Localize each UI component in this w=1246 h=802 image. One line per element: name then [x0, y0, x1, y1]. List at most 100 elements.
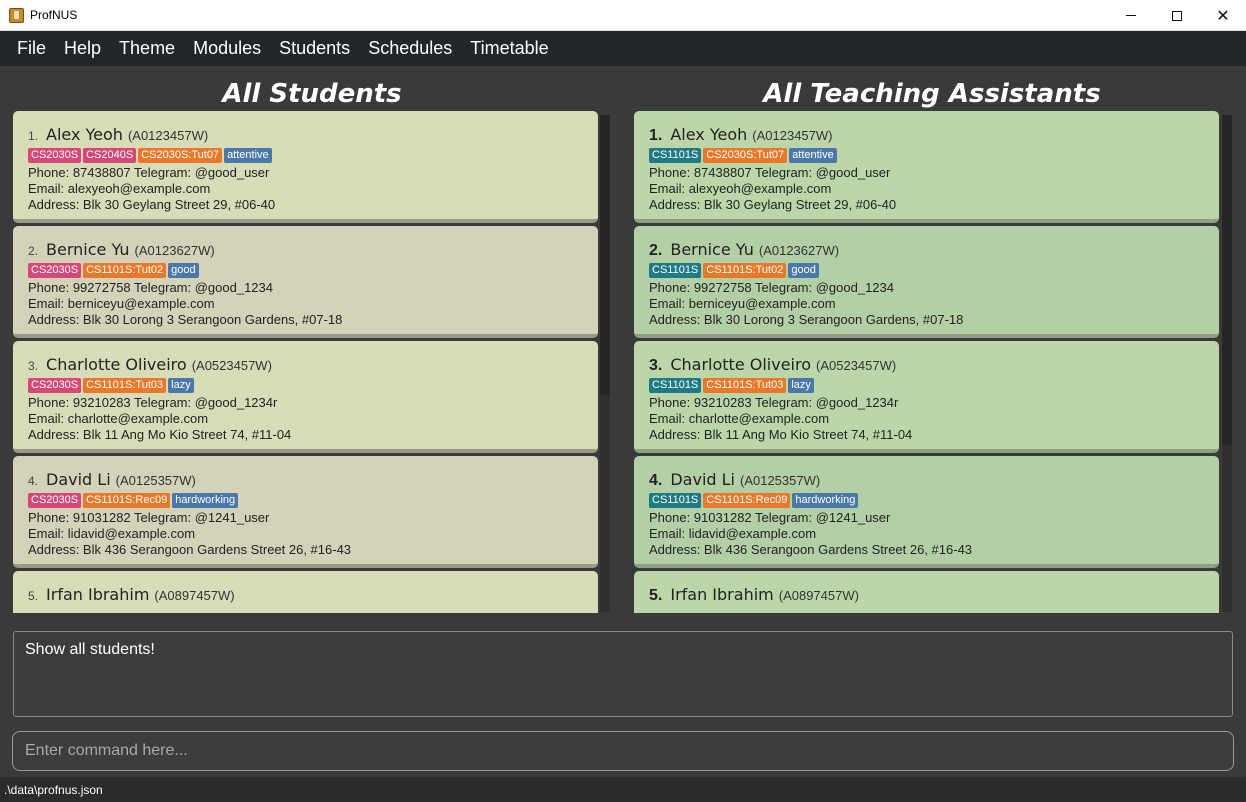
student-id: (A0523457W) — [816, 358, 897, 373]
email-line: Email: berniceyu@example.com — [649, 296, 836, 311]
tag-row: CS2030S CS2040S CS2030S:Tut07 attentive — [28, 148, 598, 163]
person-card[interactable]: 5. Irfan Ibrahim (A0897457W) — [13, 571, 598, 613]
phone-telegram-line: Phone: 91031282 Telegram: @1241_user — [28, 510, 270, 525]
name-line: 5. Irfan Ibrahim (A0897457W) — [28, 585, 598, 607]
phone-telegram-line: Phone: 93210283 Telegram: @good_1234r — [28, 395, 278, 410]
command-box[interactable] — [12, 731, 1234, 771]
student-id: (A0123627W) — [758, 243, 840, 258]
tag-badge: good — [788, 263, 819, 278]
result-display: Show all students! — [13, 631, 1233, 717]
tag-badge: lazy — [168, 378, 194, 393]
menu-timetable[interactable]: Timetable — [461, 38, 557, 59]
phone-telegram-line: Phone: 99272758 Telegram: @good_1234 — [28, 280, 273, 295]
name-line: 1. Alex Yeoh (A0123457W) — [649, 125, 1219, 147]
phone-telegram-line: Phone: 99272758 Telegram: @good_1234 — [649, 280, 894, 295]
data-file-path: .\data\profnus.json — [4, 783, 103, 797]
minimize-button[interactable] — [1108, 0, 1154, 31]
address-line: Address: Blk 30 Geylang Street 29, #06-4… — [28, 197, 276, 212]
address-line: Address: Blk 30 Lorong 3 Serangoon Garde… — [649, 312, 964, 327]
name-line: 5. Irfan Ibrahim (A0897457W) — [649, 585, 1219, 607]
card-index: 4. — [649, 472, 663, 489]
person-card[interactable]: 1. Alex Yeoh (A0123457W) CS2030S CS2040S CS20… — [13, 111, 598, 223]
menu-modules[interactable]: Modules — [184, 38, 270, 59]
tag-badge: CS1101S:Rec09 — [83, 493, 171, 508]
tag-badge: CS1101S:Rec09 — [703, 493, 791, 508]
name-line: 4. David Li (A0125357W) — [649, 470, 1219, 492]
tag-badge: lazy — [788, 378, 814, 393]
tag-badge: CS2040S — [83, 148, 137, 163]
tas-panel-title: All Teaching Assistants — [763, 79, 1101, 109]
student-id: (A0897457W) — [154, 588, 235, 603]
person-name: Bernice Yu — [46, 240, 130, 259]
tag-row: CS2030S CS1101S:Tut02 good — [28, 263, 598, 278]
tag-badge: CS2030S — [28, 493, 82, 508]
result-text: Show all students! — [25, 641, 155, 658]
address-line: Address: Blk 11 Ang Mo Kio Street 74, #1… — [649, 427, 913, 442]
card-index: 3. — [649, 357, 663, 374]
students-list[interactable]: 1. Alex Yeoh (A0123457W) CS2030S CS2040S CS20… — [13, 111, 598, 613]
tag-badge: good — [168, 263, 199, 278]
person-card[interactable]: 2. Bernice Yu (A0123627W) CS1101S CS1101S:Tu… — [634, 226, 1219, 338]
person-name: Irfan Ibrahim — [670, 585, 774, 604]
person-name: Alex Yeoh — [670, 125, 748, 144]
card-index: 4. — [28, 474, 39, 488]
name-line: 1. Alex Yeoh (A0123457W) — [28, 125, 598, 147]
person-name: David Li — [670, 470, 735, 489]
status-bar: .\data\profnus.json — [0, 777, 1246, 802]
tag-row — [649, 608, 1219, 613]
tag-row — [28, 608, 598, 613]
phone-telegram-line: Phone: 93210283 Telegram: @good_1234r — [649, 395, 899, 410]
command-input[interactable] — [13, 732, 1233, 770]
person-card[interactable]: 4. David Li (A0125357W) CS1101S CS1101S:Rec0… — [634, 456, 1219, 568]
tas-scrollbar[interactable] — [1222, 115, 1232, 612]
tag-badge: CS1101S — [649, 493, 702, 508]
tas-scroll-thumb[interactable] — [1222, 115, 1232, 445]
email-line: Email: alexyeoh@example.com — [649, 181, 832, 196]
students-panel-title: All Students — [222, 79, 402, 109]
name-line: 3. Charlotte Oliveiro (A0523457W) — [28, 355, 598, 377]
person-name: Charlotte Oliveiro — [670, 355, 812, 374]
person-card[interactable]: 3. Charlotte Oliveiro (A0523457W) CS1101S CS… — [634, 341, 1219, 453]
maximize-button[interactable] — [1154, 0, 1200, 31]
phone-telegram-line: Phone: 87438807 Telegram: @good_user — [649, 165, 891, 180]
tag-badge: CS1101S:Tut02 — [703, 263, 787, 278]
email-line: Email: alexyeoh@example.com — [28, 181, 211, 196]
person-card[interactable]: 1. Alex Yeoh (A0123457W) CS1101S CS2030S:Tut… — [634, 111, 1219, 223]
students-scrollbar[interactable] — [600, 115, 610, 612]
address-line: Address: Blk 436 Serangoon Gardens Stree… — [28, 542, 352, 557]
menu-schedules[interactable]: Schedules — [359, 38, 461, 59]
menu-students[interactable]: Students — [270, 38, 359, 59]
tag-row: CS1101S CS1101S:Tut02 good — [649, 263, 1219, 278]
name-line: 4. David Li (A0125357W) — [28, 470, 598, 492]
email-line: Email: lidavid@example.com — [28, 526, 196, 541]
person-card[interactable]: 2. Bernice Yu (A0123627W) CS2030S CS1101S:Tu… — [13, 226, 598, 338]
card-index: 1. — [28, 129, 39, 143]
person-name: Bernice Yu — [670, 240, 754, 259]
tag-row: CS1101S CS1101S:Tut03 lazy — [649, 378, 1219, 393]
person-card[interactable]: 5. Irfan Ibrahim (A0897457W) — [634, 571, 1219, 613]
tas-list[interactable]: 1. Alex Yeoh (A0123457W) CS1101S CS2030S:Tut… — [634, 111, 1219, 613]
person-card[interactable]: 4. David Li (A0125357W) CS2030S CS1101S:Rec0… — [13, 456, 598, 568]
tag-badge: CS1101S:Tut03 — [703, 378, 787, 393]
address-line: Address: Blk 30 Geylang Street 29, #06-4… — [649, 197, 897, 212]
students-scroll-thumb[interactable] — [600, 115, 610, 395]
name-line: 2. Bernice Yu (A0123627W) — [28, 240, 598, 262]
tag-badge: CS2030S — [28, 263, 82, 278]
student-id: (A0125357W) — [115, 473, 196, 488]
tag-row: CS2030S CS1101S:Rec09 hardworking — [28, 493, 598, 508]
title-bar: ProfNUS ✕ — [0, 0, 1246, 31]
student-id: (A0123457W) — [752, 128, 833, 143]
card-index: 5. — [649, 587, 663, 604]
menu-theme[interactable]: Theme — [110, 38, 184, 59]
name-line: 2. Bernice Yu (A0123627W) — [649, 240, 1219, 262]
menu-help[interactable]: Help — [55, 38, 110, 59]
close-button[interactable]: ✕ — [1200, 0, 1246, 31]
student-id: (A0897457W) — [778, 588, 859, 603]
tag-row: CS2030S CS1101S:Tut03 lazy — [28, 378, 598, 393]
person-card[interactable]: 3. Charlotte Oliveiro (A0523457W) CS2030S CS… — [13, 341, 598, 453]
card-index: 1. — [649, 127, 663, 144]
tag-badge: CS2030S — [28, 378, 82, 393]
name-line: 3. Charlotte Oliveiro (A0523457W) — [649, 355, 1219, 377]
person-name: David Li — [46, 470, 111, 489]
menu-file[interactable]: File — [8, 38, 55, 59]
